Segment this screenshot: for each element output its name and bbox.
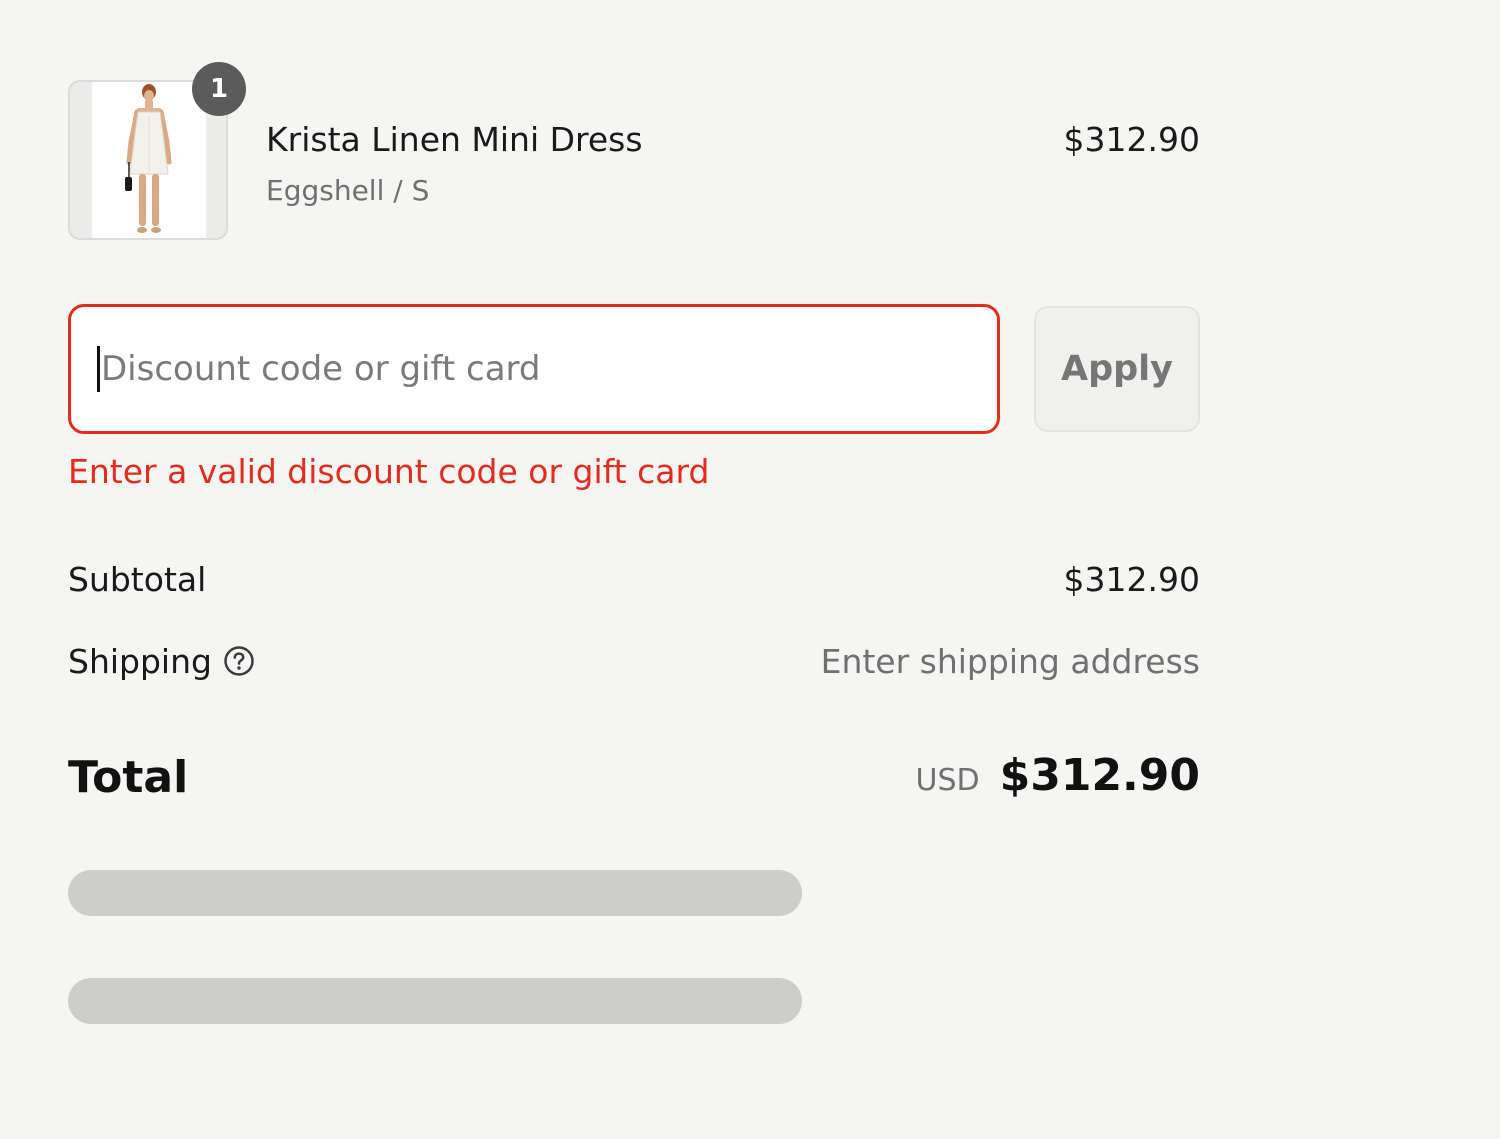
loading-skeleton-bar xyxy=(68,978,802,1024)
total-value: USD $312.90 xyxy=(915,750,1200,801)
subtotal-value: $312.90 xyxy=(1063,560,1200,599)
line-item: 1 Krista Linen Mini Dress Eggshell / S $… xyxy=(68,62,1200,244)
order-summary: 1 Krista Linen Mini Dress Eggshell / S $… xyxy=(68,0,1200,1139)
product-name: Krista Linen Mini Dress xyxy=(266,120,643,159)
product-price: $312.90 xyxy=(1063,120,1200,159)
shipping-value: Enter shipping address xyxy=(820,642,1200,681)
quantity-badge: 1 xyxy=(192,62,246,116)
subtotal-label: Subtotal xyxy=(68,560,207,599)
product-variant: Eggshell / S xyxy=(266,174,430,207)
shipping-label: Shipping xyxy=(68,642,212,681)
total-amount: $312.90 xyxy=(999,750,1200,801)
currency-code: USD xyxy=(915,763,980,798)
apply-discount-button[interactable]: Apply xyxy=(1034,306,1200,432)
product-image xyxy=(92,82,206,238)
question-circle-icon[interactable] xyxy=(223,645,255,677)
loading-skeleton-bar xyxy=(68,870,802,916)
discount-error-message: Enter a valid discount code or gift card xyxy=(68,452,710,491)
dress-icon xyxy=(125,84,172,233)
total-label: Total xyxy=(68,752,189,803)
discount-code-input[interactable] xyxy=(68,304,1000,434)
text-cursor xyxy=(97,346,100,392)
